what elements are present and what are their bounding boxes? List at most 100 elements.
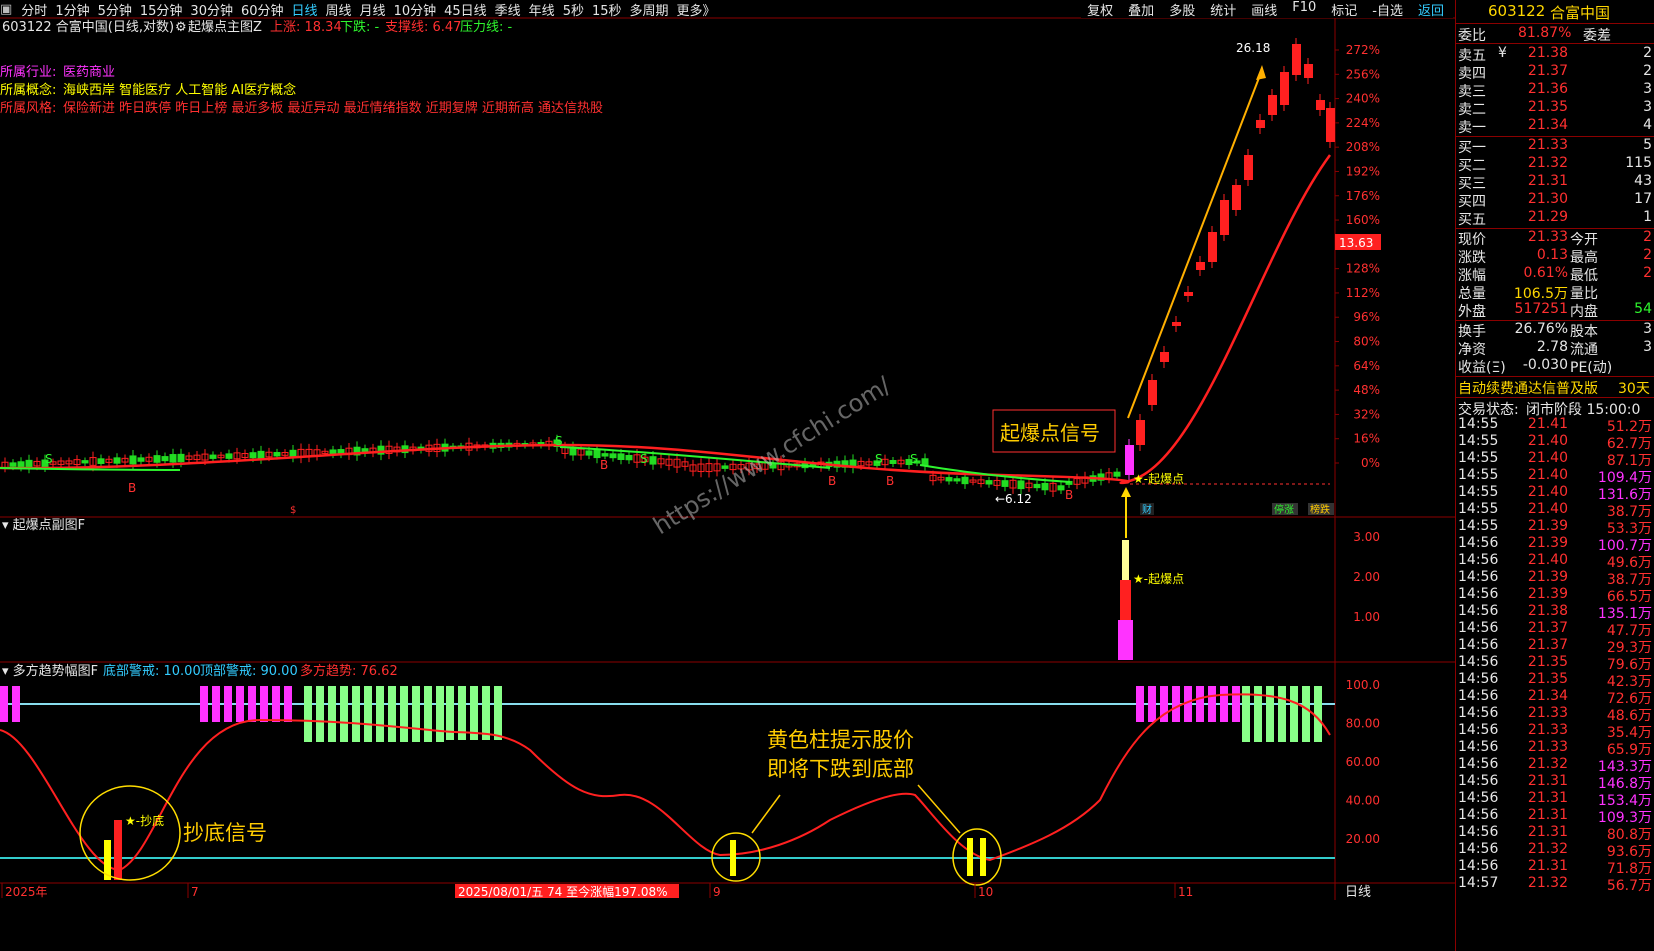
candle [1184,292,1193,296]
stat-value: 21.33 [1527,229,1568,245]
ad-text: 自动续费通达信普及版 [1458,381,1598,397]
rank-marker: 榜跌 [1310,503,1330,516]
quote-row: 14:55 21.40 109.4万 [1458,467,1654,486]
concept-value: 海峡西岸 智能医疗 人工智能 AI医疗概念 [63,82,296,98]
trend-bar [1290,686,1298,742]
candle [617,453,625,460]
tool-button[interactable]: 画线 [1251,0,1277,18]
candle [1256,120,1265,128]
y-tick-label: 32% [1353,407,1380,421]
subchart2-title: ▾ 多方趋势幅图F [2,663,98,679]
tick-time: 14:55 [1458,518,1499,534]
period-tab[interactable]: 月线 [360,0,386,19]
period-tab[interactable]: 日线 [292,0,318,19]
period-tab[interactable]: 更多》 [677,0,716,19]
stat-label: 涨跌 [1458,250,1486,266]
ask-label: 卖三 [1458,84,1486,100]
tool-button[interactable]: F10 [1292,0,1316,18]
style-label: 所属风格: [0,100,56,116]
stat-label: 量比 [1570,286,1598,302]
candle [953,478,961,482]
menu-icon[interactable]: ▣ [0,2,12,17]
period-tab[interactable]: 10分钟 [394,0,437,19]
tool-button[interactable]: 统计 [1210,0,1236,18]
period-tab[interactable]: 年线 [529,0,555,19]
quote-row: 14:56 21.32 143.3万 [1458,756,1654,775]
quote-row: 14:56 21.35 79.6万 [1458,654,1654,673]
candle [1148,380,1157,405]
trend-bar [340,686,348,742]
tool-button[interactable]: 标记 [1331,0,1357,18]
period-tab[interactable]: 45日线 [444,0,487,19]
ask-price: 21.36 [1527,81,1568,97]
period-tab[interactable]: 15分钟 [140,0,183,19]
stat-value: 106.5万 [1513,286,1568,302]
stat-label: 最高 [1570,250,1598,266]
tick-time: 14:55 [1458,484,1499,500]
period-tab[interactable]: 15秒 [592,0,622,19]
stat-label: 现价 [1458,232,1486,248]
quote-row: 14:55 21.40 131.6万 [1458,484,1654,503]
bid-price: 21.33 [1527,137,1568,153]
tick-volume: 56.7万 [1606,878,1652,894]
tick-time: 14:56 [1458,773,1499,789]
trend-arrow [1127,69,1263,419]
trend-bar [284,686,292,722]
trend-bar [1136,686,1144,722]
tool-button[interactable]: 返回 [1418,0,1444,18]
candle [961,476,969,485]
y-tick-label: 100.0 [1346,678,1380,692]
chart-area[interactable]: 603122 合富中国(日线,对数) ⚙ 起爆点主图Z 上涨: 18.34 下跌: - 支… [0,0,1455,951]
y-tick-label: 192% [1346,164,1380,178]
trend-bar [260,686,268,722]
annotation-yellow-2: 即将下跌到底部 [767,757,914,781]
stat-value: 0.13 [1536,247,1568,263]
period-tab[interactable]: 多周期 [630,0,669,19]
signal-bar [1122,540,1129,580]
b-marker: B [828,474,836,488]
tick-price: 21.37 [1527,620,1568,636]
candle [889,460,897,464]
ask-price: 21.37 [1527,63,1568,79]
quote-row: 买三 21.31 43 [1458,173,1654,192]
stat-value: -0.030 [1522,357,1568,373]
period-tab[interactable]: 5秒 [563,0,584,19]
tick-price: 21.41 [1527,416,1568,432]
period-tab[interactable]: 30分钟 [190,0,233,19]
tool-button[interactable]: 叠加 [1128,0,1154,18]
y-tick-label: 20.00 [1346,832,1380,846]
tick-price: 21.31 [1527,807,1568,823]
tool-button[interactable]: 多股 [1169,0,1195,18]
signal-bar [1118,620,1133,660]
candle [81,460,89,464]
ask-volume: 4 [1643,117,1652,133]
trend-bar [424,686,432,742]
stat-label: 换手 [1458,324,1486,340]
concept-label: 所属概念: [0,82,56,98]
tool-button[interactable]: 复权 [1087,0,1113,18]
kline-chart[interactable]: 603122 合富中国(日线,对数) ⚙ 起爆点主图Z 上涨: 18.34下跌: - 支… [0,0,1455,951]
period-tab[interactable]: 周线 [326,0,352,19]
y-tick-label: 40.00 [1346,794,1380,808]
quote-row: 14:56 21.38 135.1万 [1458,603,1654,622]
candle [225,453,233,459]
tool-button[interactable]: -自选 [1372,0,1403,18]
period-tab[interactable]: 5分钟 [98,0,132,19]
period-tab[interactable]: 分时 [21,0,47,19]
y-tick-label: 0% [1361,456,1380,470]
stock-name: 合富中国 [1550,4,1611,22]
period-tab[interactable]: 季线 [495,0,521,19]
period-tab[interactable]: 1分钟 [55,0,89,19]
tick-price: 21.32 [1527,756,1568,772]
trend-bar [0,686,8,722]
weicha-label: 委差 [1583,28,1611,44]
arrow-head [1121,487,1131,497]
tick-time: 14:56 [1458,790,1499,806]
quote-row: 换手 26.76% 股本 3 [1458,321,1654,340]
stat-label: PE(动) [1570,360,1613,376]
up-label: 上涨: 18.34 [270,20,342,35]
quote-row: 14:56 21.37 29.3万 [1458,637,1654,656]
top-warn: 顶部警戒: 90.00 [200,663,298,679]
tick-price: 21.39 [1527,569,1568,585]
period-tab[interactable]: 60分钟 [241,0,284,19]
